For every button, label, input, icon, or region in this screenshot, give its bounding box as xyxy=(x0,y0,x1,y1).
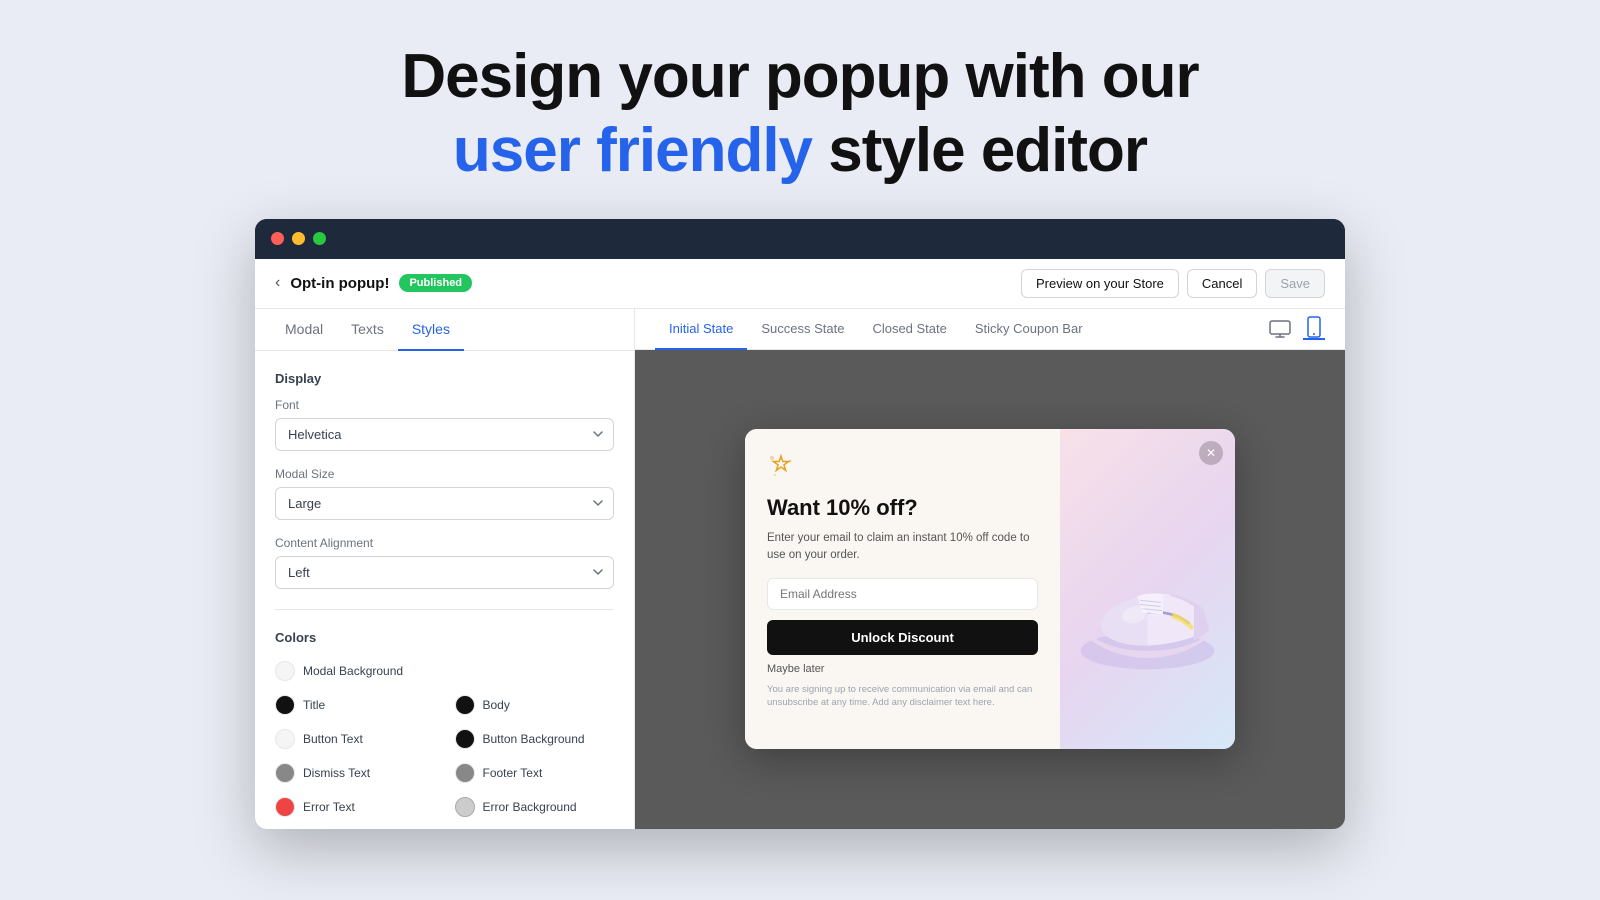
popup-preview-area: ✕ xyxy=(635,350,1345,829)
right-panel-tabs: Initial State Success State Closed State… xyxy=(635,309,1345,350)
footer-text-swatch[interactable] xyxy=(455,763,475,783)
content-alignment-label: Content Alignment xyxy=(275,536,614,550)
browser-window: ‹ Opt-in popup! Published Preview on you… xyxy=(255,219,1345,829)
sneaker-image xyxy=(1060,429,1235,749)
color-error-text: Error Text xyxy=(275,797,435,817)
headline: Design your popup with our user friendly… xyxy=(401,40,1198,189)
font-label: Font xyxy=(275,398,614,412)
panel-body: Display Font Helvetica Arial Georgia Tim… xyxy=(255,351,634,827)
dismiss-text-swatch[interactable] xyxy=(275,763,295,783)
color-modal-background: Modal Background xyxy=(275,661,614,681)
modal-cta-button[interactable]: Unlock Discount xyxy=(767,620,1038,655)
modal-size-field-group: Modal Size Small Medium Large xyxy=(275,467,614,520)
color-col-right: Body Button Background Footer Text xyxy=(455,695,615,827)
top-bar-left: ‹ Opt-in popup! Published xyxy=(275,274,472,292)
body-color-label: Body xyxy=(483,698,510,712)
modal-left: Want 10% off? Enter your email to claim … xyxy=(745,429,1060,749)
browser-content: ‹ Opt-in popup! Published Preview on you… xyxy=(255,259,1345,829)
button-text-swatch[interactable] xyxy=(275,729,295,749)
color-title: Title xyxy=(275,695,435,715)
headline-blue: user friendly xyxy=(453,116,812,185)
save-button[interactable]: Save xyxy=(1265,269,1325,298)
preview-button[interactable]: Preview on your Store xyxy=(1021,269,1179,298)
button-background-label: Button Background xyxy=(483,732,585,746)
dot-green[interactable] xyxy=(313,232,326,245)
modal-size-select[interactable]: Small Medium Large xyxy=(275,487,614,520)
color-col-left: Title Button Text Dismiss Text xyxy=(275,695,435,827)
preview-tab-initial[interactable]: Initial State xyxy=(655,309,747,350)
font-select[interactable]: Helvetica Arial Georgia Times New Roman xyxy=(275,418,614,451)
modal-size-label: Modal Size xyxy=(275,467,614,481)
button-background-swatch[interactable] xyxy=(455,729,475,749)
error-text-swatch[interactable] xyxy=(275,797,295,817)
modal-popup: ✕ xyxy=(745,429,1235,749)
right-panel: Initial State Success State Closed State… xyxy=(635,309,1345,829)
content-alignment-select[interactable]: Left Center Right xyxy=(275,556,614,589)
modal-right xyxy=(1060,429,1235,749)
divider xyxy=(275,609,614,610)
color-dismiss-text: Dismiss Text xyxy=(275,763,435,783)
modal-background-label: Modal Background xyxy=(303,664,403,678)
main-layout: Modal Texts Styles Display Font Helvetic… xyxy=(255,309,1345,829)
modal-disclaimer: You are signing up to receive communicat… xyxy=(767,683,1038,710)
preview-tab-closed[interactable]: Closed State xyxy=(858,309,960,350)
left-panel: Modal Texts Styles Display Font Helvetic… xyxy=(255,309,635,829)
title-swatch[interactable] xyxy=(275,695,295,715)
font-field-group: Font Helvetica Arial Georgia Times New R… xyxy=(275,398,614,451)
dot-red[interactable] xyxy=(271,232,284,245)
error-background-label: Error Background xyxy=(483,800,577,814)
preview-tabs: Initial State Success State Closed State… xyxy=(655,309,1097,349)
modal-description: Enter your email to claim an instant 10%… xyxy=(767,530,1038,565)
top-bar: ‹ Opt-in popup! Published Preview on you… xyxy=(255,259,1345,309)
modal-title: Want 10% off? xyxy=(767,495,1038,521)
colors-section-label: Colors xyxy=(275,630,614,645)
color-button-background: Button Background xyxy=(455,729,615,749)
dismiss-text-label: Dismiss Text xyxy=(303,766,370,780)
content-alignment-field-group: Content Alignment Left Center Right xyxy=(275,536,614,589)
title-color-label: Title xyxy=(303,698,325,712)
error-background-swatch[interactable] xyxy=(455,797,475,817)
modal-icon xyxy=(767,453,1038,487)
modal-background-swatch[interactable] xyxy=(275,661,295,681)
cancel-button[interactable]: Cancel xyxy=(1187,269,1257,298)
color-button-text: Button Text xyxy=(275,729,435,749)
footer-text-label: Footer Text xyxy=(483,766,543,780)
back-arrow-icon[interactable]: ‹ xyxy=(275,274,280,292)
headline-line1: Design your popup with our xyxy=(401,40,1198,114)
tab-modal[interactable]: Modal xyxy=(271,309,337,351)
color-grid: Title Button Text Dismiss Text xyxy=(275,695,614,827)
tab-texts[interactable]: Texts xyxy=(337,309,398,351)
device-icons xyxy=(1269,318,1325,340)
button-text-label: Button Text xyxy=(303,732,363,746)
desktop-icon[interactable] xyxy=(1269,318,1291,340)
headline-dark: style editor xyxy=(812,116,1147,185)
error-text-label: Error Text xyxy=(303,800,355,814)
modal-email-input[interactable] xyxy=(767,578,1038,610)
top-bar-right: Preview on your Store Cancel Save xyxy=(1021,269,1325,298)
color-footer-text: Footer Text xyxy=(455,763,615,783)
preview-tab-sticky[interactable]: Sticky Coupon Bar xyxy=(961,309,1097,350)
tabs-nav: Modal Texts Styles xyxy=(255,309,634,351)
dot-yellow[interactable] xyxy=(292,232,305,245)
modal-maybe-later[interactable]: Maybe later xyxy=(767,663,1038,675)
color-body: Body xyxy=(455,695,615,715)
body-swatch[interactable] xyxy=(455,695,475,715)
headline-line2: user friendly style editor xyxy=(401,114,1198,188)
mobile-icon[interactable] xyxy=(1303,318,1325,340)
published-badge: Published xyxy=(399,274,472,292)
popup-title: Opt-in popup! xyxy=(290,275,389,292)
preview-tab-success[interactable]: Success State xyxy=(747,309,858,350)
display-section-label: Display xyxy=(275,371,614,386)
color-error-background: Error Background xyxy=(455,797,615,817)
browser-titlebar xyxy=(255,219,1345,259)
tab-styles[interactable]: Styles xyxy=(398,309,464,351)
page-wrapper: Design your popup with our user friendly… xyxy=(0,0,1600,900)
